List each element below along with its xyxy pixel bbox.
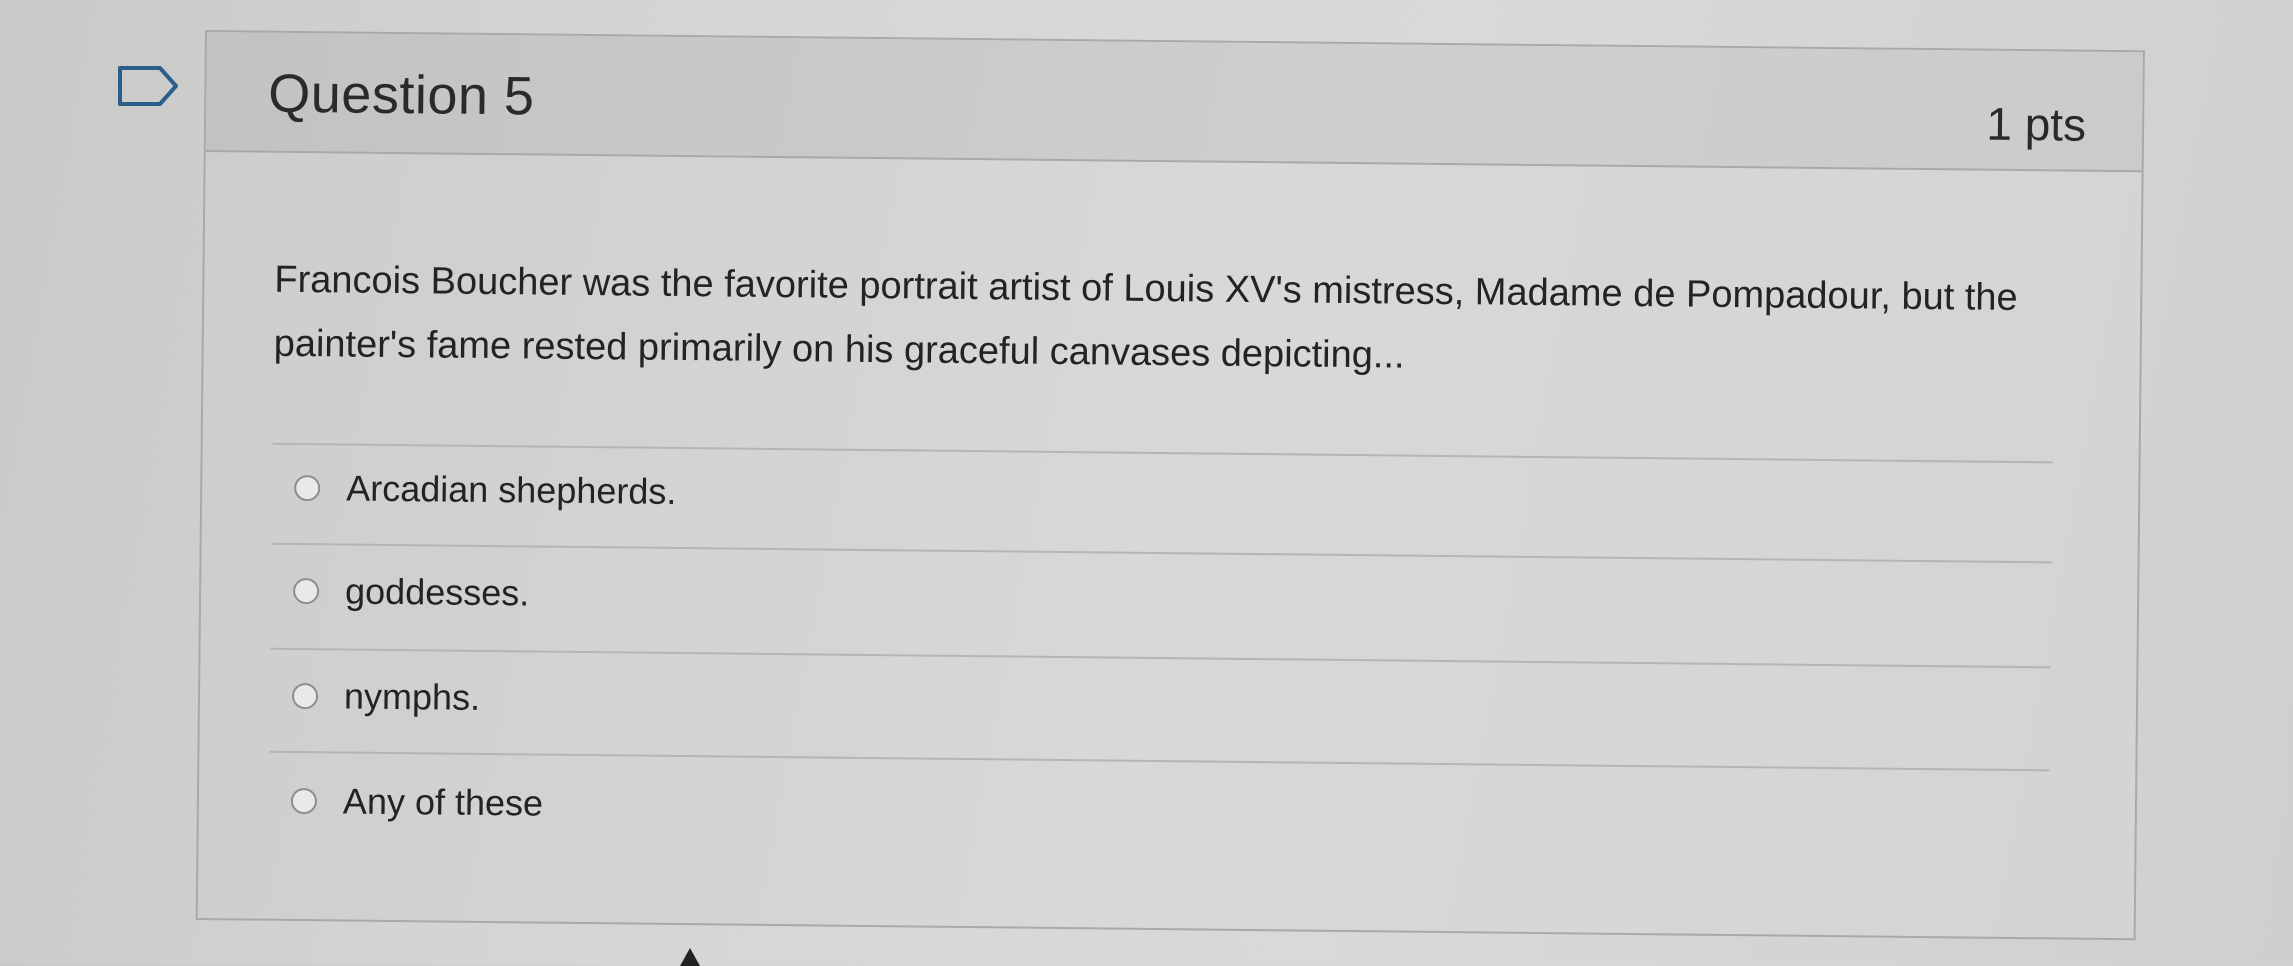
radio-button[interactable] (291, 682, 319, 710)
divider (270, 647, 2051, 669)
answer-option-1[interactable]: Arcadian shepherds. (294, 458, 677, 522)
answer-option-4[interactable]: Any of these (290, 771, 544, 834)
question-header: Question 5 1 pts (205, 32, 2143, 173)
divider (269, 750, 2050, 772)
answer-label: Any of these (342, 780, 544, 824)
answer-label: Arcadian shepherds. (345, 467, 677, 512)
divider (271, 542, 2052, 564)
question-points: 1 pts (1986, 97, 2087, 151)
answer-label: goddesses. (344, 570, 530, 614)
answer-option-2[interactable]: goddesses. (292, 561, 530, 623)
question-card: Question 5 1 pts Francois Boucher was th… (195, 30, 2145, 941)
question-text: Francois Boucher was the favorite portra… (273, 258, 2018, 377)
radio-button[interactable] (290, 787, 318, 815)
answer-label: nymphs. (343, 675, 481, 718)
answer-option-3[interactable]: nymphs. (291, 666, 481, 728)
question-title: Question 5 (268, 63, 535, 127)
radio-button[interactable] (292, 577, 320, 605)
mouse-cursor (680, 948, 700, 966)
radio-button[interactable] (294, 474, 321, 502)
flag-question-icon[interactable] (116, 64, 180, 108)
